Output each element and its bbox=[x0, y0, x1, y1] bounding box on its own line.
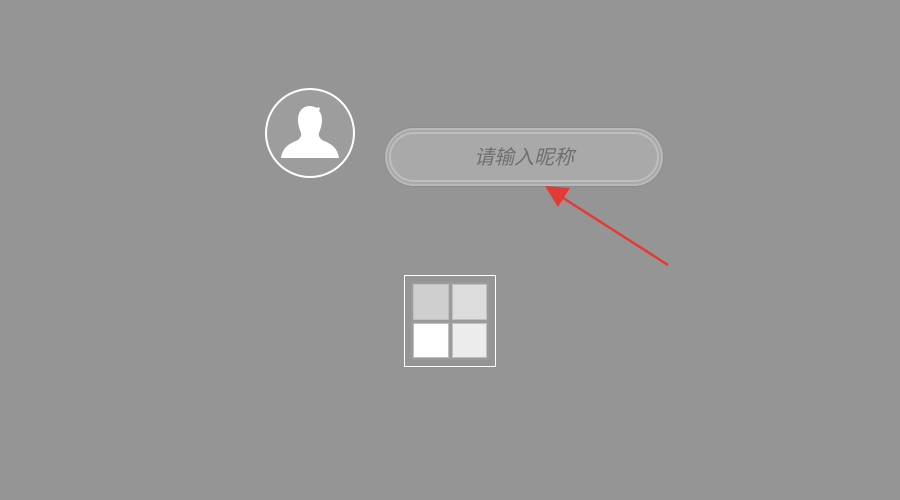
grid-cell bbox=[451, 322, 487, 358]
screen bbox=[0, 0, 900, 500]
grid-cell bbox=[451, 284, 487, 320]
red-arrow-icon bbox=[545, 186, 669, 267]
grid-cell bbox=[413, 284, 449, 320]
grid-squares-icon bbox=[411, 282, 489, 360]
grid-cell bbox=[413, 322, 449, 358]
grid-button[interactable] bbox=[404, 275, 496, 367]
